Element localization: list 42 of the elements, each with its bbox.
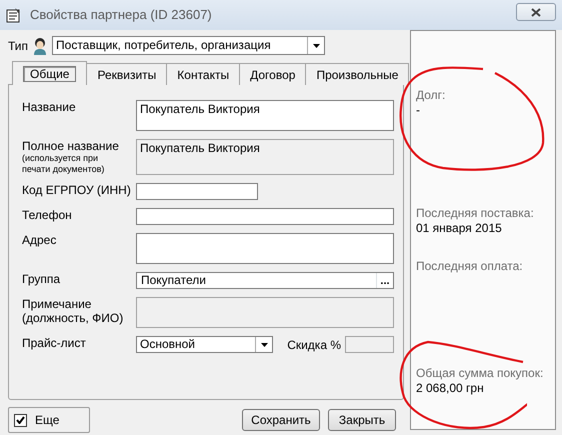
close-button[interactable] <box>516 3 556 21</box>
field-label: Примечание (должность, ФИО) <box>22 297 124 327</box>
input-field[interactable] <box>136 183 258 200</box>
dropdown-caret-icon <box>312 44 320 48</box>
tab[interactable]: Реквизиты <box>86 63 168 85</box>
field-label: Прайс-лист <box>22 336 87 350</box>
price-dropdown[interactable]: Основной <box>136 336 273 353</box>
info-value: - <box>416 103 421 118</box>
close-icon <box>531 8 541 16</box>
field-label: Адрес <box>22 233 58 249</box>
check-icon <box>16 416 25 424</box>
type-label: Тип <box>8 38 28 54</box>
dropdown-caret-icon <box>260 342 268 346</box>
field-label: Название <box>22 100 77 116</box>
save-button[interactable]: Сохранить <box>242 409 320 431</box>
info-label: Последняя оплата: <box>416 259 524 274</box>
field-label: Полное название <box>22 139 120 153</box>
tab[interactable]: Произвольные <box>305 63 410 85</box>
input-field[interactable] <box>136 208 394 225</box>
checkbox[interactable] <box>14 414 27 426</box>
field-label: Код ЕГРПОУ (ИНН) <box>22 183 132 197</box>
info-value: 01 января 2015 <box>416 221 503 236</box>
info-label: Долг: <box>416 88 446 103</box>
discount-label: Скидка % <box>287 337 341 354</box>
close-dialog-button[interactable]: Закрыть <box>328 409 396 431</box>
tab[interactable]: Общие <box>12 61 88 85</box>
text-area[interactable] <box>136 233 394 264</box>
info-value: 2 068,00 грн <box>416 381 485 396</box>
field-label: Телефон <box>22 208 73 222</box>
window-title: Свойства партнера (ID 23607) <box>30 6 213 24</box>
window-icon <box>6 7 22 23</box>
field-note: (используется при печати документов) <box>22 153 106 175</box>
info-label: Последняя поставка: <box>416 206 535 221</box>
info-label: Общая сумма покупок: <box>416 366 544 381</box>
field-label: Группа <box>22 272 62 286</box>
tab[interactable]: Договор <box>239 63 306 85</box>
text-area[interactable]: Покупатель Виктория <box>136 100 394 131</box>
tab[interactable]: Контакты <box>166 63 240 85</box>
person-icon <box>32 36 48 54</box>
discount-field[interactable] <box>345 336 394 353</box>
type-dropdown[interactable]: Поставщик, потребитель, организация <box>52 36 326 55</box>
checkbox-label: Еще <box>35 412 60 429</box>
